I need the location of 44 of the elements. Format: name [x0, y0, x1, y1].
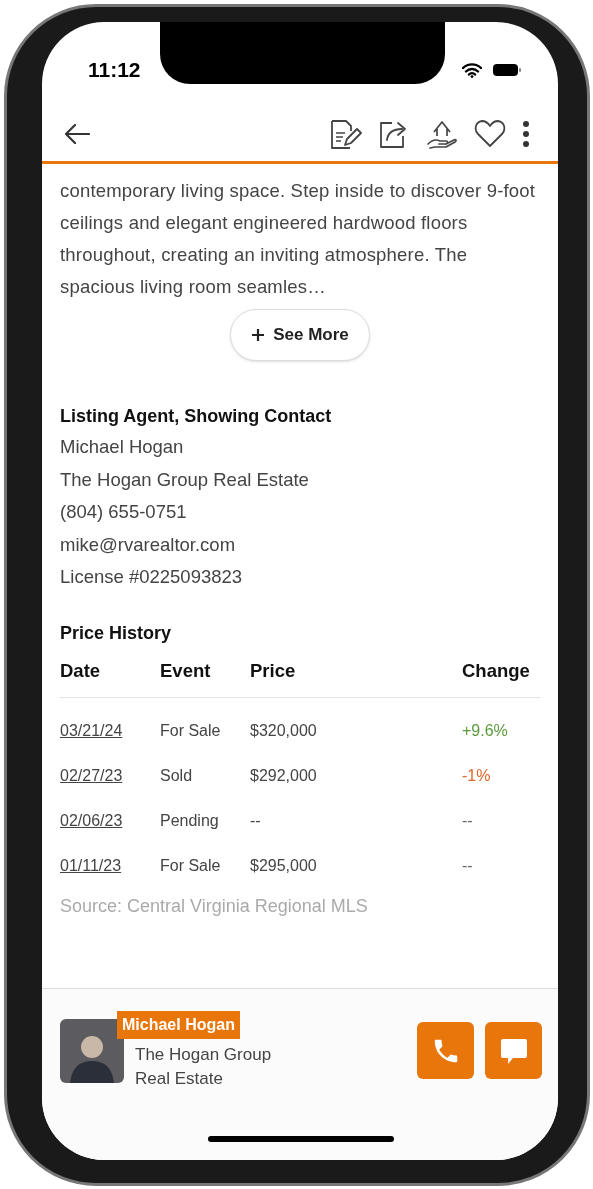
agent-company: The Hogan Group Real Estate [135, 1044, 273, 1090]
section-heading: Listing Agent, Showing Contact [60, 405, 333, 428]
table-cell-text: -- [462, 856, 474, 876]
agent-detail: The Hogan Group Real Estate [60, 467, 310, 492]
back-arrow-icon [64, 123, 90, 144]
agent-detail: mike@rvarealtor.com [60, 532, 237, 557]
table-cell-text: +9.6% [462, 721, 509, 741]
wifi-icon [462, 62, 482, 78]
table-cell-text: Pending [160, 811, 220, 831]
battery-icon [492, 62, 522, 78]
status-time: 11:12 [88, 57, 141, 84]
date-link[interactable]: 02/06/23 [60, 812, 123, 829]
call-button[interactable] [417, 1022, 474, 1079]
table-cell-text: Sold [160, 766, 194, 786]
column-header: Change [462, 659, 531, 684]
heart-icon[interactable] [474, 119, 506, 148]
agent-detail: License #0225093823 [60, 565, 244, 589]
table-cell-text: $320,000 [250, 721, 318, 741]
table-cell-text: $295,000 [250, 856, 318, 876]
table-cell-text: -- [250, 811, 262, 831]
date-link[interactable]: 03/21/24 [60, 722, 123, 739]
note-edit-icon[interactable] [328, 117, 362, 150]
column-header: Date [60, 659, 102, 684]
column-header: Price [250, 659, 297, 684]
table-cell-text: For Sale [160, 856, 222, 876]
table-cell-text: For Sale [160, 721, 222, 741]
agent-detail: Michael Hogan [60, 435, 185, 459]
column-header: Event [160, 659, 212, 684]
more-options-icon[interactable] [522, 119, 530, 148]
agent-photo-placeholder [60, 1019, 124, 1083]
source-note: Source: Central Virginia Regional MLS [60, 894, 369, 918]
back-button[interactable] [62, 121, 92, 146]
message-button[interactable] [485, 1022, 542, 1079]
date-link[interactable]: 01/11/23 [60, 857, 122, 874]
see-more-button[interactable]: See More [230, 309, 370, 361]
agent-detail: (804) 655-0751 [60, 500, 188, 524]
plus-icon [251, 328, 266, 342]
property-description: contemporary living space. Step inside to discover 9-foot ceilings and elegant engineered hardwood floors throughout, creating an inviting atmosphere. The spacious living room seamles… [60, 179, 537, 299]
section-heading: Price History [60, 621, 173, 645]
table-cell-text: -- [462, 811, 474, 831]
date-link[interactable]: 02/27/23 [60, 767, 123, 784]
agent-name-label: Michael Hogan [117, 1011, 240, 1039]
table-cell-text: -1% [462, 766, 492, 786]
table-cell-text: $292,000 [250, 766, 318, 786]
